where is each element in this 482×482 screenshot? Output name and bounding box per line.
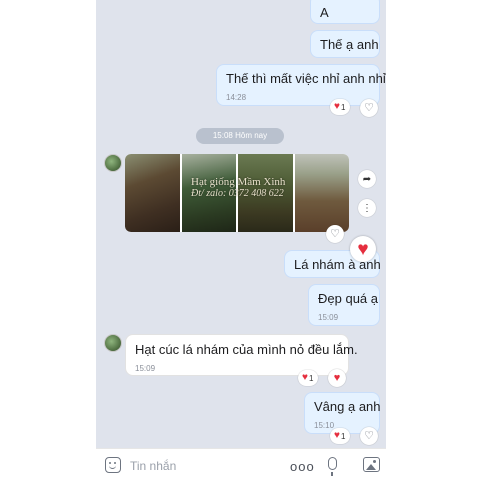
microphone-icon[interactable] [328, 457, 337, 476]
message-input-bar: Tin nhắn ooo [96, 448, 386, 482]
heart-icon: ♥ [334, 430, 340, 441]
incoming-message[interactable]: Hạt cúc lá nhám của mình nỏ đều lắm. 15:… [125, 334, 358, 376]
outgoing-message[interactable]: Thế thì mất việc nhỉ anh nhỉ 14:28 [216, 64, 386, 106]
heart-icon[interactable]: ♥ [328, 369, 346, 387]
message-time: 15:09 [318, 313, 339, 322]
heart-icon: ♥ [302, 372, 308, 383]
photo-tile [294, 154, 349, 232]
reaction-count: 1 [340, 102, 346, 112]
reaction-badge[interactable]: ♥ 1 [298, 370, 319, 386]
image-message[interactable]: Hạt giống Mầm Xinh Đt/ zalo: 0372 408 62… [125, 154, 349, 232]
chat-area[interactable]: A Thế ạ anh Thế thì mất việc nhỉ anh nhỉ… [96, 0, 386, 448]
image-watermark: Hạt giống Mầm Xinh Đt/ zalo: 0372 408 62… [191, 176, 285, 200]
heart-outline-icon[interactable]: ♡ [326, 225, 344, 243]
watermark-line: Hạt giống Mầm Xinh [191, 176, 286, 188]
share-arrow-icon[interactable]: ➦ [358, 170, 376, 188]
heart-outline-icon[interactable]: ♡ [360, 427, 378, 445]
avatar[interactable] [104, 334, 122, 352]
reaction-badge[interactable]: ♥ 1 [330, 428, 351, 444]
reaction-count: 1 [308, 373, 314, 383]
message-text: Hạt cúc lá nhám của mình nỏ đều lắm. [135, 342, 358, 357]
outgoing-message[interactable]: A [310, 0, 380, 24]
message-text: Thế ạ anh [320, 37, 379, 52]
message-text: A [320, 5, 329, 20]
message-text: Thế thì mất việc nhỉ anh nhỉ [226, 71, 386, 86]
message-text: Vâng ạ anh [314, 399, 381, 414]
outgoing-message[interactable]: Đẹp quá ạ 15:09 [308, 284, 380, 326]
outgoing-message[interactable]: Thế ạ anh [310, 30, 380, 58]
photo-tile [125, 154, 180, 232]
reaction-badge[interactable]: ♥ 1 [330, 99, 351, 115]
heart-outline-icon[interactable]: ♡ [360, 99, 378, 117]
reaction-count: 1 [340, 431, 346, 441]
more-dots-icon[interactable]: ⋮ [358, 199, 376, 217]
date-separator: 15:08 Hôm nay [196, 128, 284, 144]
message-time: 14:28 [226, 93, 247, 102]
sticker-icon[interactable] [105, 457, 121, 473]
heart-icon[interactable]: ♥ [350, 236, 376, 262]
message-text: Đẹp quá ạ [318, 291, 378, 306]
image-icon[interactable] [363, 457, 380, 472]
watermark-line: Đt/ zalo: 0372 408 622 [191, 188, 284, 199]
message-input[interactable]: Tin nhắn [130, 459, 176, 473]
more-options-icon[interactable]: ooo [290, 459, 315, 474]
heart-icon: ♥ [334, 101, 340, 112]
avatar[interactable] [104, 154, 122, 172]
